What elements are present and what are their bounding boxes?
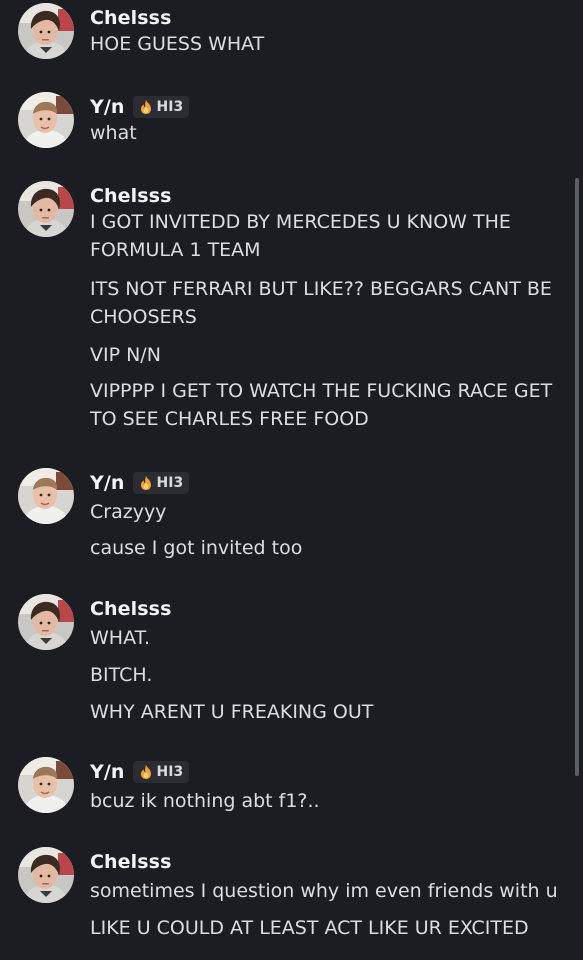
username[interactable]: Y/n xyxy=(90,761,125,783)
avatar[interactable] xyxy=(18,847,74,903)
message-text: WHAT. xyxy=(90,627,150,649)
chat-message-list[interactable]: Chelsss HOE GUESS WHAT Y/n HI3 what Chel… xyxy=(0,0,583,960)
username[interactable]: Chelsss xyxy=(90,851,172,873)
message-header: Y/n HI3 xyxy=(90,92,190,122)
message-header: Chelsss xyxy=(90,594,172,624)
message-header: Chelsss xyxy=(90,3,172,33)
message-text: ITS NOT FERRARI BUT LIKE?? BEGGARS CANT … xyxy=(90,278,552,328)
message-text: what xyxy=(90,122,137,144)
fire-icon xyxy=(140,100,151,114)
message-header: Chelsss xyxy=(90,181,172,211)
avatar[interactable] xyxy=(18,92,74,148)
username[interactable]: Chelsss xyxy=(90,7,172,29)
message-text: sometimes I question why im even friends… xyxy=(90,880,558,902)
fire-icon xyxy=(140,476,151,490)
avatar[interactable] xyxy=(18,3,74,59)
server-tag[interactable]: HI3 xyxy=(132,472,190,494)
message-text: I GOT INVITEDD BY MERCEDES U KNOW THE FO… xyxy=(90,211,511,261)
server-tag[interactable]: HI3 xyxy=(132,96,190,118)
avatar[interactable] xyxy=(18,594,74,650)
avatar[interactable] xyxy=(18,468,74,524)
message-header: Y/n HI3 xyxy=(90,757,190,787)
message-header: Chelsss xyxy=(90,847,172,877)
message-text: LIKE U COULD AT LEAST ACT LIKE UR EXCITE… xyxy=(90,917,529,939)
message-header: Y/n HI3 xyxy=(90,468,190,498)
message-text: VIPPPP I GET TO WATCH THE FUCKING RACE G… xyxy=(90,380,553,430)
username[interactable]: Y/n xyxy=(90,96,125,118)
scrollbar[interactable] xyxy=(575,178,579,776)
username[interactable]: Y/n xyxy=(90,472,125,494)
message-text: Crazyyy xyxy=(90,501,167,523)
server-tag-label: HI3 xyxy=(156,475,184,491)
message-text: bcuz ik nothing abt f1?.. xyxy=(90,790,320,812)
username[interactable]: Chelsss xyxy=(90,598,172,620)
server-tag-label: HI3 xyxy=(156,99,184,115)
server-tag-label: HI3 xyxy=(156,764,184,780)
server-tag[interactable]: HI3 xyxy=(132,761,190,783)
username[interactable]: Chelsss xyxy=(90,185,172,207)
avatar[interactable] xyxy=(18,181,74,237)
message-text: WHY ARENT U FREAKING OUT xyxy=(90,701,374,723)
message-text: HOE GUESS WHAT xyxy=(90,33,265,55)
fire-icon xyxy=(140,765,151,779)
avatar[interactable] xyxy=(18,757,74,813)
message-text: cause I got invited too xyxy=(90,537,303,559)
message-text: VIP N/N xyxy=(90,344,161,366)
message-text: BITCH. xyxy=(90,664,153,686)
